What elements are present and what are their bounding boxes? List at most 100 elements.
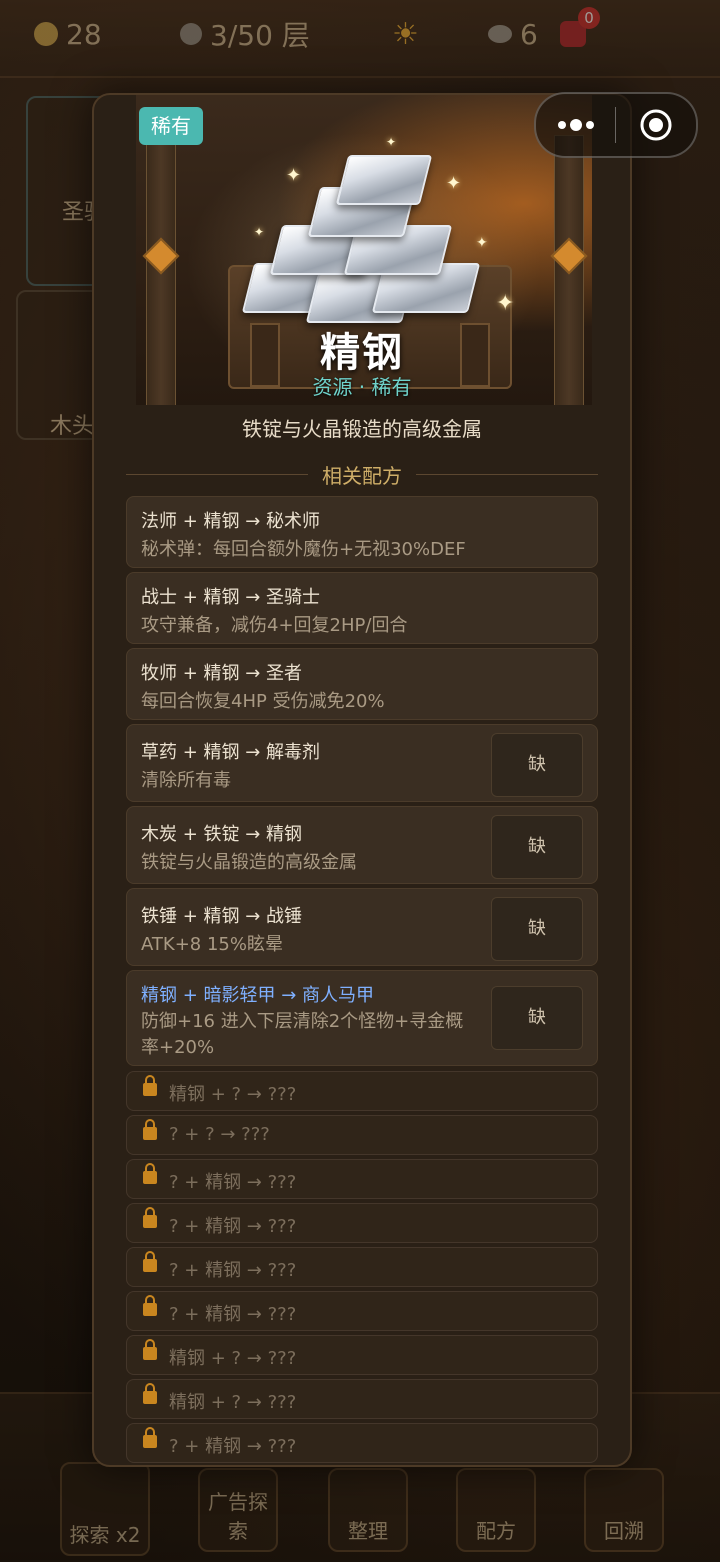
nav-label: 整理 <box>348 1519 388 1543</box>
close-target-icon <box>640 109 671 141</box>
recipe-effect: 秘术弹：每回合额外魔伤+无视30%DEF <box>141 539 466 560</box>
locked-recipe-formula: 精钢 + ? → ??? <box>169 1348 297 1369</box>
recipe-formula: 战士 + 精钢 → 圣骑士 <box>141 587 321 608</box>
recipe-card[interactable]: 草药 + 精钢 → 解毒剂 清除所有毒 缺 <box>126 724 598 802</box>
bag-button[interactable]: 0 <box>560 7 600 54</box>
locked-recipe: ? + 精钢 → ??? <box>126 1159 598 1199</box>
stone-value: 6 <box>520 17 538 51</box>
locked-recipe: ? + ? → ??? <box>126 1115 598 1155</box>
recipe-card[interactable]: 精钢 + 暗影轻甲 → 商人马甲 防御+16 进入下层清除2个怪物+寻金概 率+… <box>126 970 598 1066</box>
locked-recipe-formula: ? + 精钢 → ??? <box>169 1304 297 1325</box>
lock-icon <box>143 1163 157 1184</box>
divider-line <box>126 473 308 475</box>
locked-recipe-formula: 精钢 + ? → ??? <box>169 1392 297 1413</box>
nav-label: 回溯 <box>604 1519 644 1543</box>
day-indicator: ☀ <box>392 14 419 54</box>
recipe-effect: 铁锭与火晶锻造的高级金属 <box>141 852 357 873</box>
top-status-bar: 28 3/50 层 ☀ 6 0 <box>0 0 720 78</box>
recipe-effect: 每回合恢复4HP 受伤减免20% <box>141 691 385 712</box>
recipe-card[interactable]: 战士 + 精钢 → 圣骑士 攻守兼备，减伤4+回复2HP/回合 <box>126 572 598 644</box>
recipe-effect: ATK+8 15%眩晕 <box>141 934 283 955</box>
locked-recipe-formula: ? + 精钢 → ??? <box>169 1172 297 1193</box>
lock-icon <box>143 1427 157 1448</box>
lock-icon <box>143 1119 157 1140</box>
background-card-label: 木头 <box>50 414 95 439</box>
sparkle-icon: ✦ <box>446 173 462 194</box>
nav-explore[interactable]: 探索 x2 <box>60 1462 150 1556</box>
lock-icon <box>143 1251 157 1272</box>
recipe-formula: 草药 + 精钢 → 解毒剂 <box>141 742 321 763</box>
missing-ingredient-button[interactable]: 缺 <box>491 986 583 1050</box>
recipe-formula: 牧师 + 精钢 → 圣者 <box>141 663 303 684</box>
recipe-card[interactable]: 牧师 + 精钢 → 圣者 每回合恢复4HP 受伤减免20% <box>126 648 598 720</box>
recipe-card[interactable]: 木炭 + 铁锭 → 精钢 铁锭与火晶锻造的高级金属 缺 <box>126 806 598 884</box>
bag-badge: 0 <box>578 7 600 29</box>
recipe-effect: 清除所有毒 <box>141 770 231 791</box>
recipe-effect: 防御+16 进入下层清除2个怪物+寻金概 <box>141 1011 464 1032</box>
miniprogram-capsule <box>534 92 698 158</box>
recipe-formula: 法师 + 精钢 → 秘术师 <box>141 511 321 532</box>
recipe-formula: 木炭 + 铁锭 → 精钢 <box>141 824 303 845</box>
nav-rewind[interactable]: 回溯 <box>584 1468 664 1552</box>
locked-recipe: ? + 精钢 → ??? <box>126 1291 598 1331</box>
recipe-effect: 率+20% <box>141 1037 215 1058</box>
nav-label: 广告探索 <box>208 1490 268 1543</box>
stone-icon <box>488 25 512 43</box>
sparkle-icon: ✦ <box>386 135 397 149</box>
close-miniprogram-button[interactable] <box>616 94 695 156</box>
more-menu-button[interactable] <box>536 94 615 156</box>
recipe-card[interactable]: 法师 + 精钢 → 秘术师 秘术弹：每回合额外魔伤+无视30%DEF <box>126 496 598 568</box>
item-name: 精钢 <box>320 330 404 376</box>
section-title: 相关配方 <box>322 463 402 488</box>
item-detail-modal: ✦ ✦ ✦ ✦ ✦ ✦ 稀有 精钢 资源 · 稀有 铁锭与火晶锻造的高级金属 相… <box>92 93 632 1467</box>
nav-organize[interactable]: 整理 <box>328 1468 408 1552</box>
locked-recipe-formula: ? + 精钢 → ??? <box>169 1260 297 1281</box>
divider-line <box>416 473 598 475</box>
steel-ingot-icon <box>335 155 433 205</box>
missing-ingredient-button[interactable]: 缺 <box>491 897 583 961</box>
locked-recipe: 精钢 + ? → ??? <box>126 1335 598 1375</box>
missing-ingredient-button[interactable]: 缺 <box>491 733 583 797</box>
locked-recipe: 精钢 + ? → ??? <box>126 1379 598 1419</box>
locked-recipe: ? + 精钢 → ??? <box>126 1247 598 1287</box>
sun-icon: ☀ <box>392 16 419 52</box>
lock-icon <box>143 1339 157 1360</box>
lock-icon <box>143 1295 157 1316</box>
sparkle-icon: ✦ <box>496 291 515 316</box>
locked-recipe: ? + 精钢 → ??? <box>126 1423 598 1463</box>
stone-counter: 6 <box>488 14 538 54</box>
locked-recipe-formula: ? + ? → ??? <box>169 1124 270 1145</box>
more-dots-icon <box>557 119 594 131</box>
nav-label: 探索 x2 <box>69 1523 141 1547</box>
nav-ad-explore[interactable]: 广告探索 <box>198 1468 278 1552</box>
sparkle-icon: ✦ <box>254 225 265 239</box>
locked-recipe: ? + 精钢 → ??? <box>126 1203 598 1243</box>
recipe-formula: 铁锤 + 精钢 → 战锤 <box>141 906 303 927</box>
floor-counter: 3/50 层 <box>180 14 310 54</box>
locked-recipe-formula: ? + 精钢 → ??? <box>169 1216 297 1237</box>
sparkle-icon: ✦ <box>476 235 488 251</box>
related-recipes-header: 相关配方 <box>126 459 598 489</box>
floor-value: 3/50 层 <box>210 19 310 52</box>
bag-icon: 0 <box>560 7 600 47</box>
item-category: 资源 · 稀有 <box>312 375 412 399</box>
sparkle-icon: ✦ <box>286 165 302 186</box>
nav-label: 配方 <box>476 1519 516 1543</box>
item-description: 铁锭与火晶锻造的高级金属 <box>242 417 482 441</box>
rarity-tag: 稀有 <box>139 107 203 145</box>
locked-recipe: 精钢 + ? → ??? <box>126 1071 598 1111</box>
floor-icon <box>180 23 202 45</box>
coin-counter: 28 <box>34 14 102 54</box>
recipe-formula: 精钢 + 暗影轻甲 → 商人马甲 <box>141 985 375 1006</box>
recipe-card[interactable]: 铁锤 + 精钢 → 战锤 ATK+8 15%眩晕 缺 <box>126 888 598 966</box>
lock-icon <box>143 1383 157 1404</box>
lock-icon <box>143 1207 157 1228</box>
coin-icon <box>34 22 58 46</box>
recipe-effect: 攻守兼备，减伤4+回复2HP/回合 <box>141 615 408 636</box>
nav-recipes[interactable]: 配方 <box>456 1468 536 1552</box>
missing-ingredient-button[interactable]: 缺 <box>491 815 583 879</box>
locked-recipe-formula: 精钢 + ? → ??? <box>169 1084 297 1105</box>
locked-recipe-formula: ? + 精钢 → ??? <box>169 1436 297 1457</box>
lock-icon <box>143 1075 157 1096</box>
coin-value: 28 <box>66 17 102 51</box>
